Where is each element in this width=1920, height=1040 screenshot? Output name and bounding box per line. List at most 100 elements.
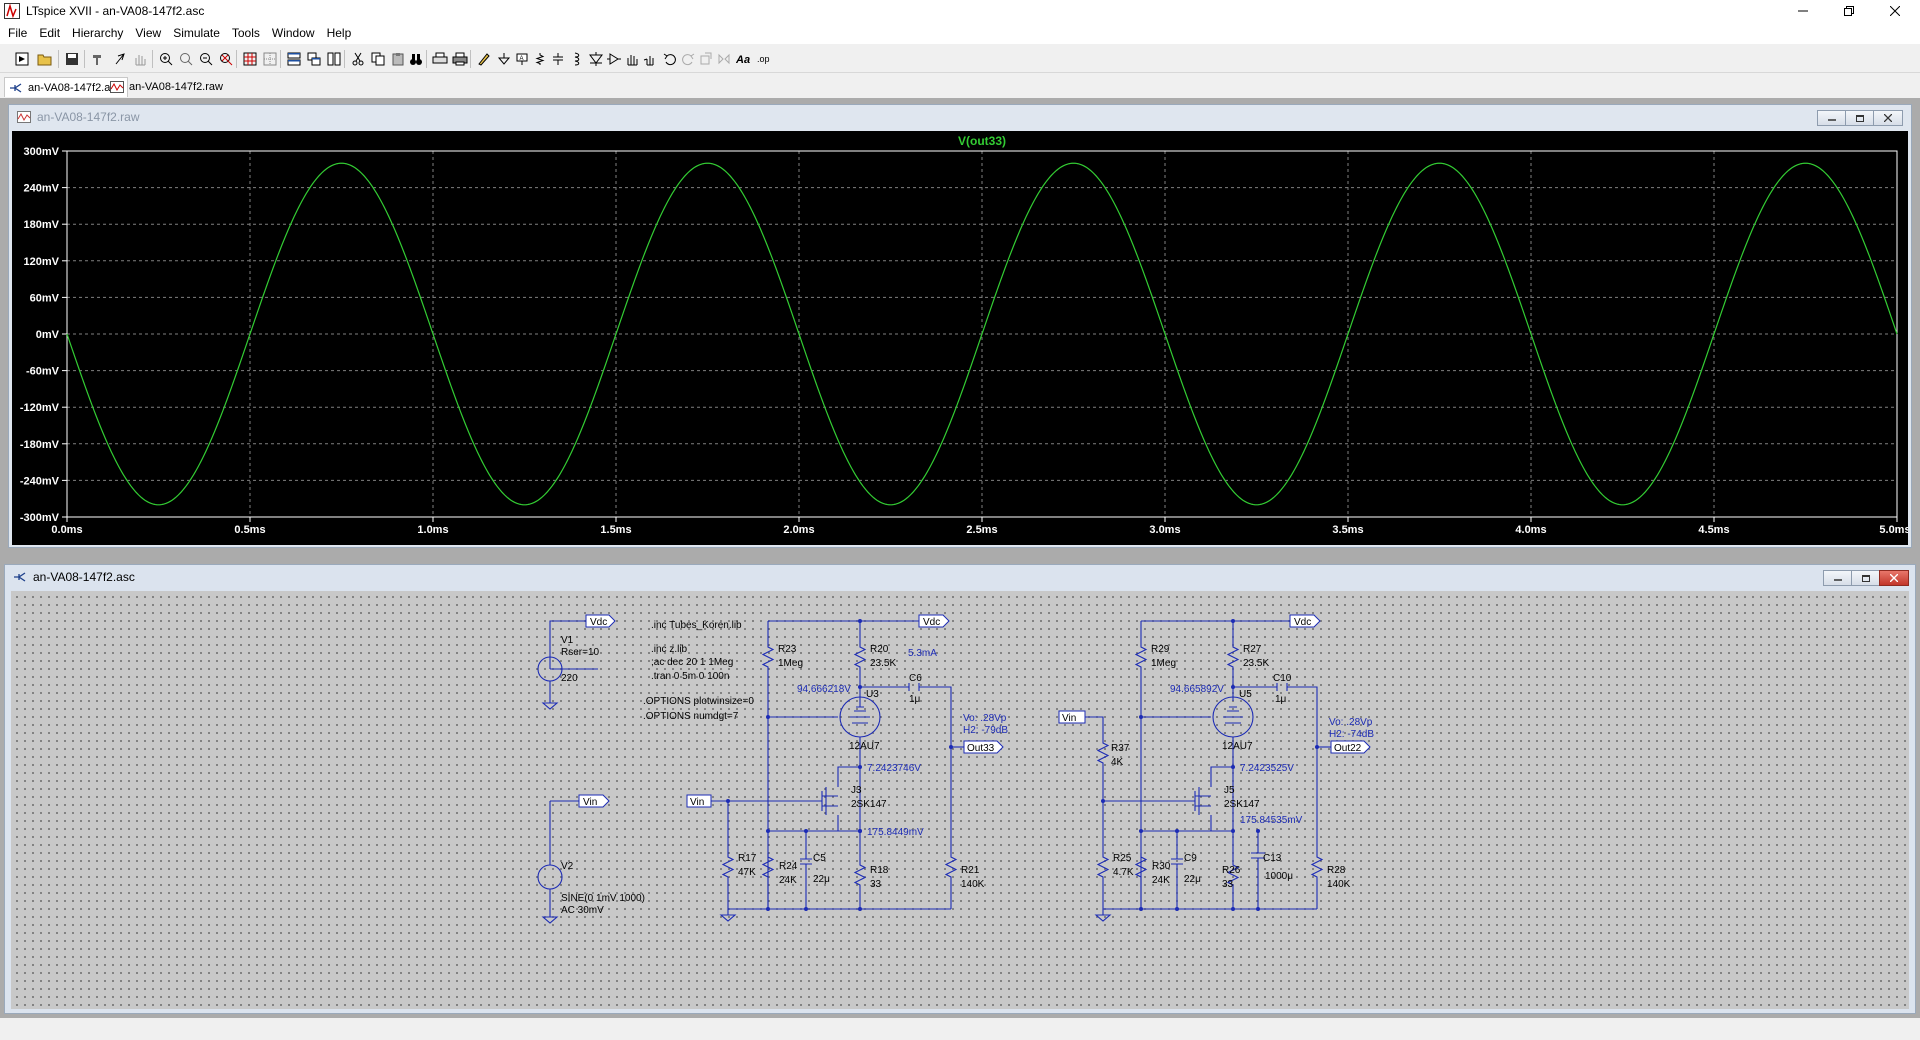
text-icon: Aa <box>736 54 750 66</box>
print-preview-button[interactable] <box>430 49 450 69</box>
mirror-button[interactable] <box>714 49 734 69</box>
hammer-icon <box>93 55 101 65</box>
draw-wire-button[interactable] <box>474 49 494 69</box>
r25-value: 4.7K <box>1113 867 1134 878</box>
cascade-button[interactable] <box>304 49 324 69</box>
resistor-button[interactable] <box>530 49 550 69</box>
svg-text:.op: .op <box>757 54 770 64</box>
menu-view[interactable]: View <box>129 22 167 44</box>
schematic-minimize-button[interactable] <box>1823 570 1853 586</box>
menu-help[interactable]: Help <box>321 22 358 44</box>
menu-file[interactable]: File <box>2 22 33 44</box>
schematic-canvas[interactable]: Vdc Vdc Vdc Vin Vin Vin Out33 Out22 V1 R… <box>11 591 1909 1009</box>
restore-icon <box>1855 115 1864 122</box>
drag-hand-icon <box>643 56 654 66</box>
directive-numdgt[interactable]: .OPTIONS numdgt=7 <box>643 711 739 722</box>
directive-tran[interactable]: .tran 0 5m 0 100n <box>651 671 729 682</box>
pan-button[interactable] <box>176 49 196 69</box>
diode-button[interactable] <box>586 49 606 69</box>
spice-directive-button[interactable]: .op <box>754 49 774 69</box>
restore-button[interactable] <box>1826 0 1872 22</box>
schematic-icon <box>10 82 22 93</box>
component-button[interactable] <box>604 49 624 69</box>
r21-value: 140K <box>961 879 985 890</box>
save-button[interactable] <box>62 49 82 69</box>
minimize-button[interactable] <box>1780 0 1826 22</box>
waveform-minimize-button[interactable] <box>1817 110 1847 126</box>
copy-button[interactable] <box>368 49 388 69</box>
zoom-in-icon <box>160 53 173 66</box>
text-button[interactable]: Aa <box>734 49 754 69</box>
menu-tools[interactable]: Tools <box>226 22 266 44</box>
open-button[interactable] <box>35 49 55 69</box>
zoom-fit-button[interactable] <box>216 49 236 69</box>
cut-button[interactable] <box>348 49 368 69</box>
tile-horizontal-button[interactable] <box>284 49 304 69</box>
capacitor-button[interactable] <box>548 49 568 69</box>
x-axis-ticks: 0.0ms 0.5ms 1.0ms 1.5ms 2.0ms 2.5ms 3.0ms 3.5ms… <box>51 517 1911 536</box>
print-button[interactable] <box>450 49 470 69</box>
ground-icon <box>497 53 511 65</box>
new-schematic-button[interactable] <box>12 49 32 69</box>
schematic-doc-icon <box>14 572 26 582</box>
menu-edit[interactable]: Edit <box>33 22 66 44</box>
zoom-in-button[interactable] <box>156 49 176 69</box>
close-icon <box>1890 6 1900 16</box>
move-button[interactable] <box>622 49 642 69</box>
label-net-button[interactable]: A <box>512 49 532 69</box>
y-tick-label: -180mV <box>20 439 60 451</box>
directive-ac-comment[interactable]: ;ac dec 20 1 1Meg <box>651 657 733 668</box>
waveform-window: an-VA08-147f2.raw 300mV 240mV 180mV 120mV 60… <box>8 104 1912 548</box>
directive-include-z[interactable]: .inc z.lib <box>651 644 688 655</box>
menu-simulate[interactable]: Simulate <box>167 22 226 44</box>
tab-waveform[interactable]: an-VA08-147f2.raw <box>106 77 229 97</box>
autorange-button[interactable] <box>240 49 260 69</box>
trace-label[interactable]: V(out33) <box>958 134 1006 148</box>
menu-hierarchy[interactable]: Hierarchy <box>66 22 129 44</box>
halt-button[interactable] <box>130 49 150 69</box>
r23-name: R23 <box>778 644 797 655</box>
schematic-restore-button[interactable] <box>1851 570 1881 586</box>
plot-pane[interactable]: 300mV 240mV 180mV 120mV 60mV 0mV -60mV -120mV -1… <box>12 131 1911 545</box>
vo-annotation-right: Vo: .28Vp <box>1329 717 1373 728</box>
find-button[interactable] <box>406 49 426 69</box>
paste-icon <box>392 53 404 66</box>
directive-plotwinsize[interactable]: .OPTIONS plotwinsize=0 <box>643 696 754 707</box>
directive-include-tubes[interactable]: .inc Tubes_Koren.lib <box>651 620 742 631</box>
component-icon <box>607 53 621 65</box>
waveform-plot: 300mV 240mV 180mV 120mV 60mV 0mV -60mV -120mV -1… <box>20 134 1911 536</box>
undo-button[interactable] <box>660 49 680 69</box>
c13-name: C13 <box>1263 853 1282 864</box>
h2-annotation-left: H2: -79dB <box>963 725 1008 736</box>
run-button[interactable] <box>110 49 130 69</box>
y-tick-label: 180mV <box>24 219 60 231</box>
grid-icon <box>243 52 257 66</box>
close-button[interactable] <box>1872 0 1918 22</box>
node-voltage-cathode-left: 7.2423746V <box>867 763 921 774</box>
waveform-restore-button[interactable] <box>1845 110 1875 126</box>
ltspice-app-icon <box>4 3 20 19</box>
mirror-icon <box>718 53 730 65</box>
tile-vertical-button[interactable] <box>324 49 344 69</box>
rotate-button[interactable] <box>696 49 716 69</box>
r26-value: 33 <box>1222 879 1234 890</box>
u3-name: U3 <box>866 689 879 700</box>
title-bar: LTspice XVII - an-VA08-147f2.asc <box>0 0 1920 22</box>
node-voltage-plate-right: 94.665892V <box>1170 684 1224 695</box>
menu-window[interactable]: Window <box>266 22 321 44</box>
waveform-close-button[interactable] <box>1873 110 1903 126</box>
ground-button[interactable] <box>494 49 514 69</box>
view-grid-button[interactable] <box>260 49 280 69</box>
y-tick-label: 240mV <box>24 183 60 195</box>
control-panel-button[interactable] <box>88 49 108 69</box>
dotted-grid-icon <box>263 52 277 66</box>
y-tick-label: 300mV <box>24 146 60 158</box>
zoom-out-button[interactable] <box>196 49 216 69</box>
paste-button[interactable] <box>388 49 408 69</box>
inductor-button[interactable] <box>566 49 586 69</box>
restore-icon <box>1861 575 1870 582</box>
redo-button[interactable] <box>678 49 698 69</box>
schematic-close-button[interactable] <box>1879 570 1909 586</box>
drag-button[interactable] <box>640 49 660 69</box>
r37-value: 4K <box>1111 757 1124 768</box>
